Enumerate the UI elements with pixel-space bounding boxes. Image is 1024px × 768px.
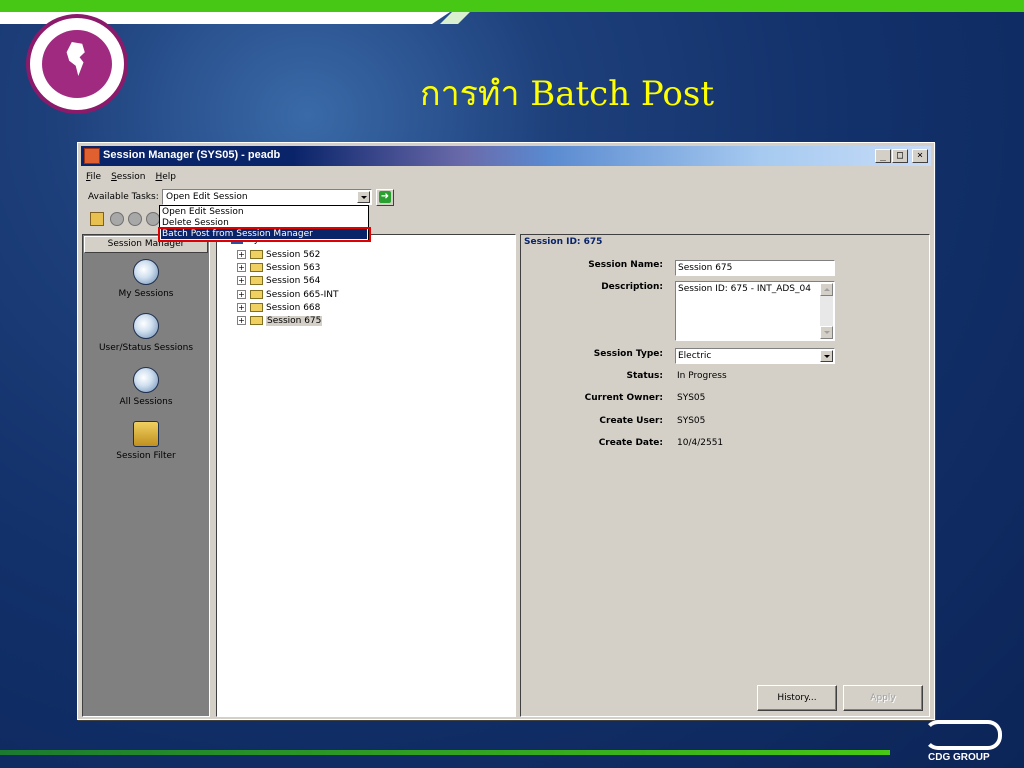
organization-seal-logo <box>26 14 128 114</box>
cdg-mark-icon <box>924 720 1002 750</box>
highlight-box <box>158 227 371 242</box>
session-details: Session ID: 675 Session Name: Session 67… <box>520 234 930 717</box>
session-manager-panel: Session Manager My Sessions User/Status … <box>82 234 210 717</box>
menu-session[interactable]: Session <box>111 169 145 185</box>
session-tree: My Sessions +Session 562 +Session 563 +S… <box>216 234 516 717</box>
nav-session-filter[interactable]: Session Filter <box>83 421 209 461</box>
session-name-field[interactable]: Session 675 <box>675 260 835 276</box>
session-name-label: Session Name: <box>588 260 663 270</box>
globe-question-icon <box>133 313 159 339</box>
add-session-icon[interactable] <box>110 212 124 226</box>
description-label: Description: <box>601 282 663 292</box>
remove-session-icon[interactable] <box>128 212 142 226</box>
current-owner-value: SYS05 <box>677 393 706 403</box>
scroll-down-icon[interactable] <box>820 326 833 339</box>
title-bar[interactable]: Session Manager (SYS05) - peadb _ □ × <box>81 146 931 166</box>
cdg-logo: CDG GROUP <box>916 720 1006 764</box>
expand-icon[interactable]: + <box>237 276 246 285</box>
tree-item[interactable]: + Session 668 <box>237 303 320 316</box>
nav-label: Session Filter <box>116 451 176 461</box>
description-field[interactable]: Session ID: 675 - INT_ADS_04 <box>675 281 835 341</box>
slide-title: การทำ Batch Post <box>420 74 714 114</box>
session-id-heading: Session ID: 675 <box>524 237 603 247</box>
nav-user-status-sessions[interactable]: User/Status Sessions <box>83 313 209 353</box>
green-stripe <box>0 0 1024 12</box>
arrow-right-icon: ➜ <box>379 191 391 203</box>
scroll-up-icon[interactable] <box>820 283 833 296</box>
nav-label: All Sessions <box>119 397 173 407</box>
menu-file[interactable]: File <box>86 169 101 185</box>
tree-item[interactable]: + Session 564 <box>237 276 320 289</box>
expand-icon[interactable]: + <box>237 316 246 325</box>
menu-bar: File Session Help <box>82 169 176 185</box>
menu-help[interactable]: Help <box>155 169 176 185</box>
top-band <box>0 0 1024 24</box>
tree-item[interactable]: + Session 562 <box>237 250 320 263</box>
window-title: Session Manager (SYS05) - peadb <box>103 149 281 161</box>
apply-button[interactable]: Apply <box>843 685 923 711</box>
maximize-button[interactable]: □ <box>892 149 908 163</box>
chevron-down-icon[interactable] <box>357 191 370 203</box>
folder-icon <box>250 276 263 285</box>
globe-users-icon <box>133 367 159 393</box>
folder-icon <box>250 263 263 272</box>
status-value: In Progress <box>677 371 727 381</box>
tree-item[interactable]: + Session 665-INT <box>237 290 339 303</box>
nav-label: My Sessions <box>118 289 174 299</box>
expand-icon[interactable]: + <box>237 290 246 299</box>
globe-user-icon <box>133 259 159 285</box>
go-button[interactable]: ➜ <box>376 189 394 206</box>
expand-icon[interactable]: + <box>237 250 246 259</box>
expand-icon[interactable]: + <box>237 263 246 272</box>
edit-session-icon[interactable] <box>146 212 160 226</box>
bottom-line <box>0 750 890 755</box>
open-folder-icon[interactable] <box>90 212 104 226</box>
folder-icon <box>250 250 263 259</box>
session-type-select[interactable]: Electric <box>675 348 835 364</box>
create-user-label: Create User: <box>599 416 663 426</box>
create-date-label: Create Date: <box>598 438 663 448</box>
status-label: Status: <box>626 371 663 381</box>
available-tasks-select[interactable]: Open Edit Session <box>162 189 372 205</box>
task-option-open-edit[interactable]: Open Edit Session <box>162 207 244 217</box>
tree-item[interactable]: + Session 563 <box>237 263 320 276</box>
nav-label: User/Status Sessions <box>98 343 194 353</box>
minimize-button[interactable]: _ <box>875 149 891 163</box>
folder-icon <box>250 290 263 299</box>
current-owner-label: Current Owner: <box>584 393 663 403</box>
nav-my-sessions[interactable]: My Sessions <box>83 259 209 299</box>
create-date-value: 10/4/2551 <box>677 438 724 448</box>
folder-icon <box>250 303 263 312</box>
history-button[interactable]: History... <box>757 685 837 711</box>
chevron-down-icon[interactable] <box>820 350 833 362</box>
available-tasks-label: Available Tasks: <box>88 192 159 202</box>
cdg-brand-text: CDG GROUP <box>928 752 990 763</box>
nav-all-sessions[interactable]: All Sessions <box>83 367 209 407</box>
open-folder-icon <box>250 316 263 325</box>
tree-item-selected[interactable]: + Session 675 <box>237 316 323 329</box>
session-type-label: Session Type: <box>593 349 663 359</box>
app-icon <box>84 148 100 164</box>
binoculars-icon <box>133 421 159 447</box>
description-scrollbar[interactable] <box>820 283 833 339</box>
expand-icon[interactable]: + <box>237 303 246 312</box>
create-user-value: SYS05 <box>677 416 706 426</box>
available-tasks-value: Open Edit Session <box>166 192 248 202</box>
close-button[interactable]: × <box>912 149 928 163</box>
